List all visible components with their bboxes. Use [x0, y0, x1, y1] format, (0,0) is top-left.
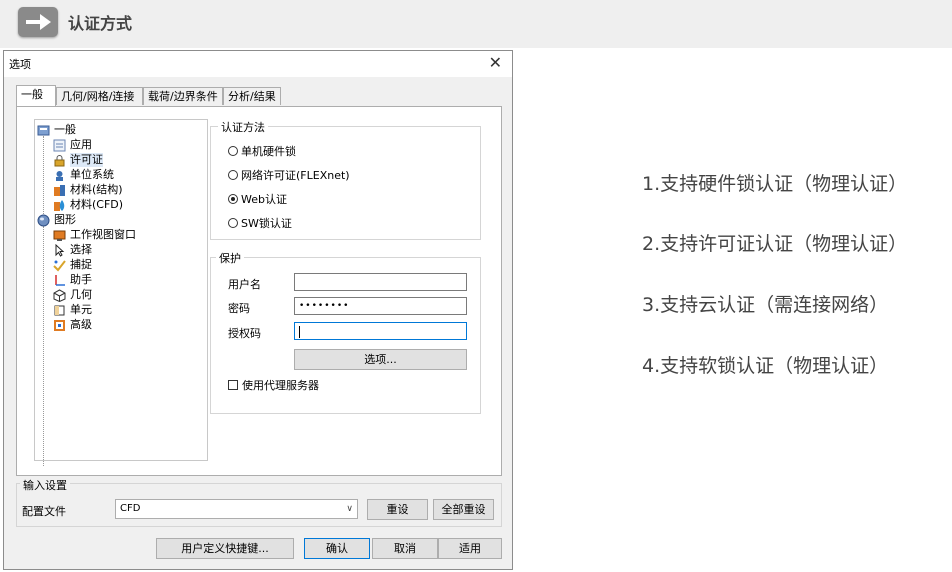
cursor-icon — [53, 243, 66, 257]
folder-settings-icon — [37, 124, 50, 137]
radio-button[interactable] — [228, 170, 238, 180]
close-icon[interactable]: ✕ — [489, 53, 502, 72]
tree-item-geometry[interactable]: 几何 — [53, 288, 92, 302]
graphics-sphere-icon — [37, 214, 50, 227]
tree-item-material-structure[interactable]: 材料(结构) — [53, 183, 123, 197]
tree-item-assistant[interactable]: 助手 — [53, 273, 92, 287]
tree-item-application[interactable]: 应用 — [53, 138, 92, 152]
application-icon — [53, 139, 66, 152]
feature-soft-lock: 4.支持软锁认证（物理认证） — [642, 355, 889, 377]
cube-icon — [53, 288, 66, 302]
radio-button[interactable] — [228, 218, 238, 228]
username-field[interactable] — [294, 273, 467, 291]
profile-select[interactable]: CFD ∨ — [115, 499, 358, 519]
tree-item-snap[interactable]: 捕捉 — [53, 258, 92, 272]
tree-item-license[interactable]: 许可证 — [53, 153, 103, 167]
tab-loads-bc[interactable]: 载荷/边界条件 — [143, 87, 223, 105]
options-button[interactable]: 选项... — [294, 349, 467, 370]
tree-line — [43, 226, 44, 466]
tab-page-general: 一般 应用 许可证 单位系统 材料(结构) 材料(CFD) 图形 工作视图窗口 … — [16, 106, 502, 476]
arrow-right-icon — [18, 7, 58, 37]
radio-web-auth[interactable]: Web认证 — [228, 191, 287, 207]
snap-icon — [53, 259, 66, 272]
feature-cloud: 3.支持云认证（需连接网络） — [642, 294, 889, 316]
text-caret — [299, 326, 300, 338]
tree-item-view-window[interactable]: 工作视图窗口 — [53, 228, 136, 242]
radio-button-selected[interactable] — [228, 194, 238, 204]
lock-icon — [53, 154, 66, 167]
tab-general[interactable]: 一般 — [16, 85, 56, 106]
radio-button[interactable] — [228, 146, 238, 156]
tab-analysis-results[interactable]: 分析/结果 — [223, 87, 281, 105]
protection-label: 保护 — [216, 250, 244, 266]
ok-button[interactable]: 确认 — [304, 538, 370, 559]
dialog-title: 选项 — [9, 58, 31, 71]
axis-icon — [53, 274, 66, 287]
password-field[interactable]: •••••••• — [294, 297, 467, 315]
dialog-titlebar: 选项 ✕ — [4, 51, 512, 77]
tree-item-select[interactable]: 选择 — [53, 243, 92, 257]
auth-method-label: 认证方法 — [218, 119, 268, 135]
tree-item-material-cfd[interactable]: 材料(CFD) — [53, 198, 123, 212]
advanced-icon — [53, 319, 66, 332]
input-settings-label: 输入设置 — [20, 477, 70, 493]
material-structure-icon — [53, 184, 66, 197]
cancel-button[interactable]: 取消 — [372, 538, 438, 559]
element-icon — [53, 304, 66, 317]
auth-code-label: 授权码 — [228, 327, 261, 340]
proxy-checkbox[interactable] — [228, 380, 238, 390]
unit-icon — [53, 169, 66, 182]
reset-button[interactable]: 重设 — [367, 499, 428, 520]
feature-license: 2.支持许可证认证（物理认证） — [642, 233, 908, 255]
options-dialog: 选项 ✕ 一般 几何/网格/连接 载荷/边界条件 分析/结果 一般 应用 许可证 — [3, 50, 513, 570]
radio-network-license[interactable]: 网络许可证(FLEXnet) — [228, 167, 350, 183]
material-cfd-icon — [53, 199, 66, 212]
reset-all-button[interactable]: 全部重设 — [433, 499, 494, 520]
profile-label: 配置文件 — [22, 505, 66, 518]
tree-item-graphics[interactable]: 图形 — [37, 213, 76, 227]
tree-item-element[interactable]: 单元 — [53, 303, 92, 317]
page-title: 认证方式 — [68, 14, 133, 33]
auth-code-field[interactable] — [294, 322, 467, 340]
proxy-checkbox-row[interactable]: 使用代理服务器 — [228, 377, 319, 393]
password-label: 密码 — [228, 302, 250, 315]
top-bar: 认证方式 — [0, 0, 952, 48]
tree-item-advanced[interactable]: 高级 — [53, 318, 92, 332]
monitor-icon — [53, 229, 66, 242]
tree-item-unit-system[interactable]: 单位系统 — [53, 168, 114, 182]
radio-hardware-lock[interactable]: 单机硬件锁 — [228, 143, 296, 159]
tree-line — [43, 136, 44, 216]
radio-sw-lock[interactable]: SW锁认证 — [228, 215, 292, 231]
options-tree[interactable]: 一般 应用 许可证 单位系统 材料(结构) 材料(CFD) 图形 工作视图窗口 … — [34, 119, 208, 466]
chevron-down-icon: ∨ — [346, 504, 353, 514]
tree-item-general[interactable]: 一般 — [37, 123, 76, 137]
shortcut-button[interactable]: 用户定义快捷键... — [156, 538, 294, 559]
username-label: 用户名 — [228, 278, 261, 291]
apply-button[interactable]: 适用 — [438, 538, 502, 559]
feature-hardware-lock: 1.支持硬件锁认证（物理认证） — [642, 173, 908, 195]
tab-geometry-mesh[interactable]: 几何/网格/连接 — [56, 87, 143, 105]
